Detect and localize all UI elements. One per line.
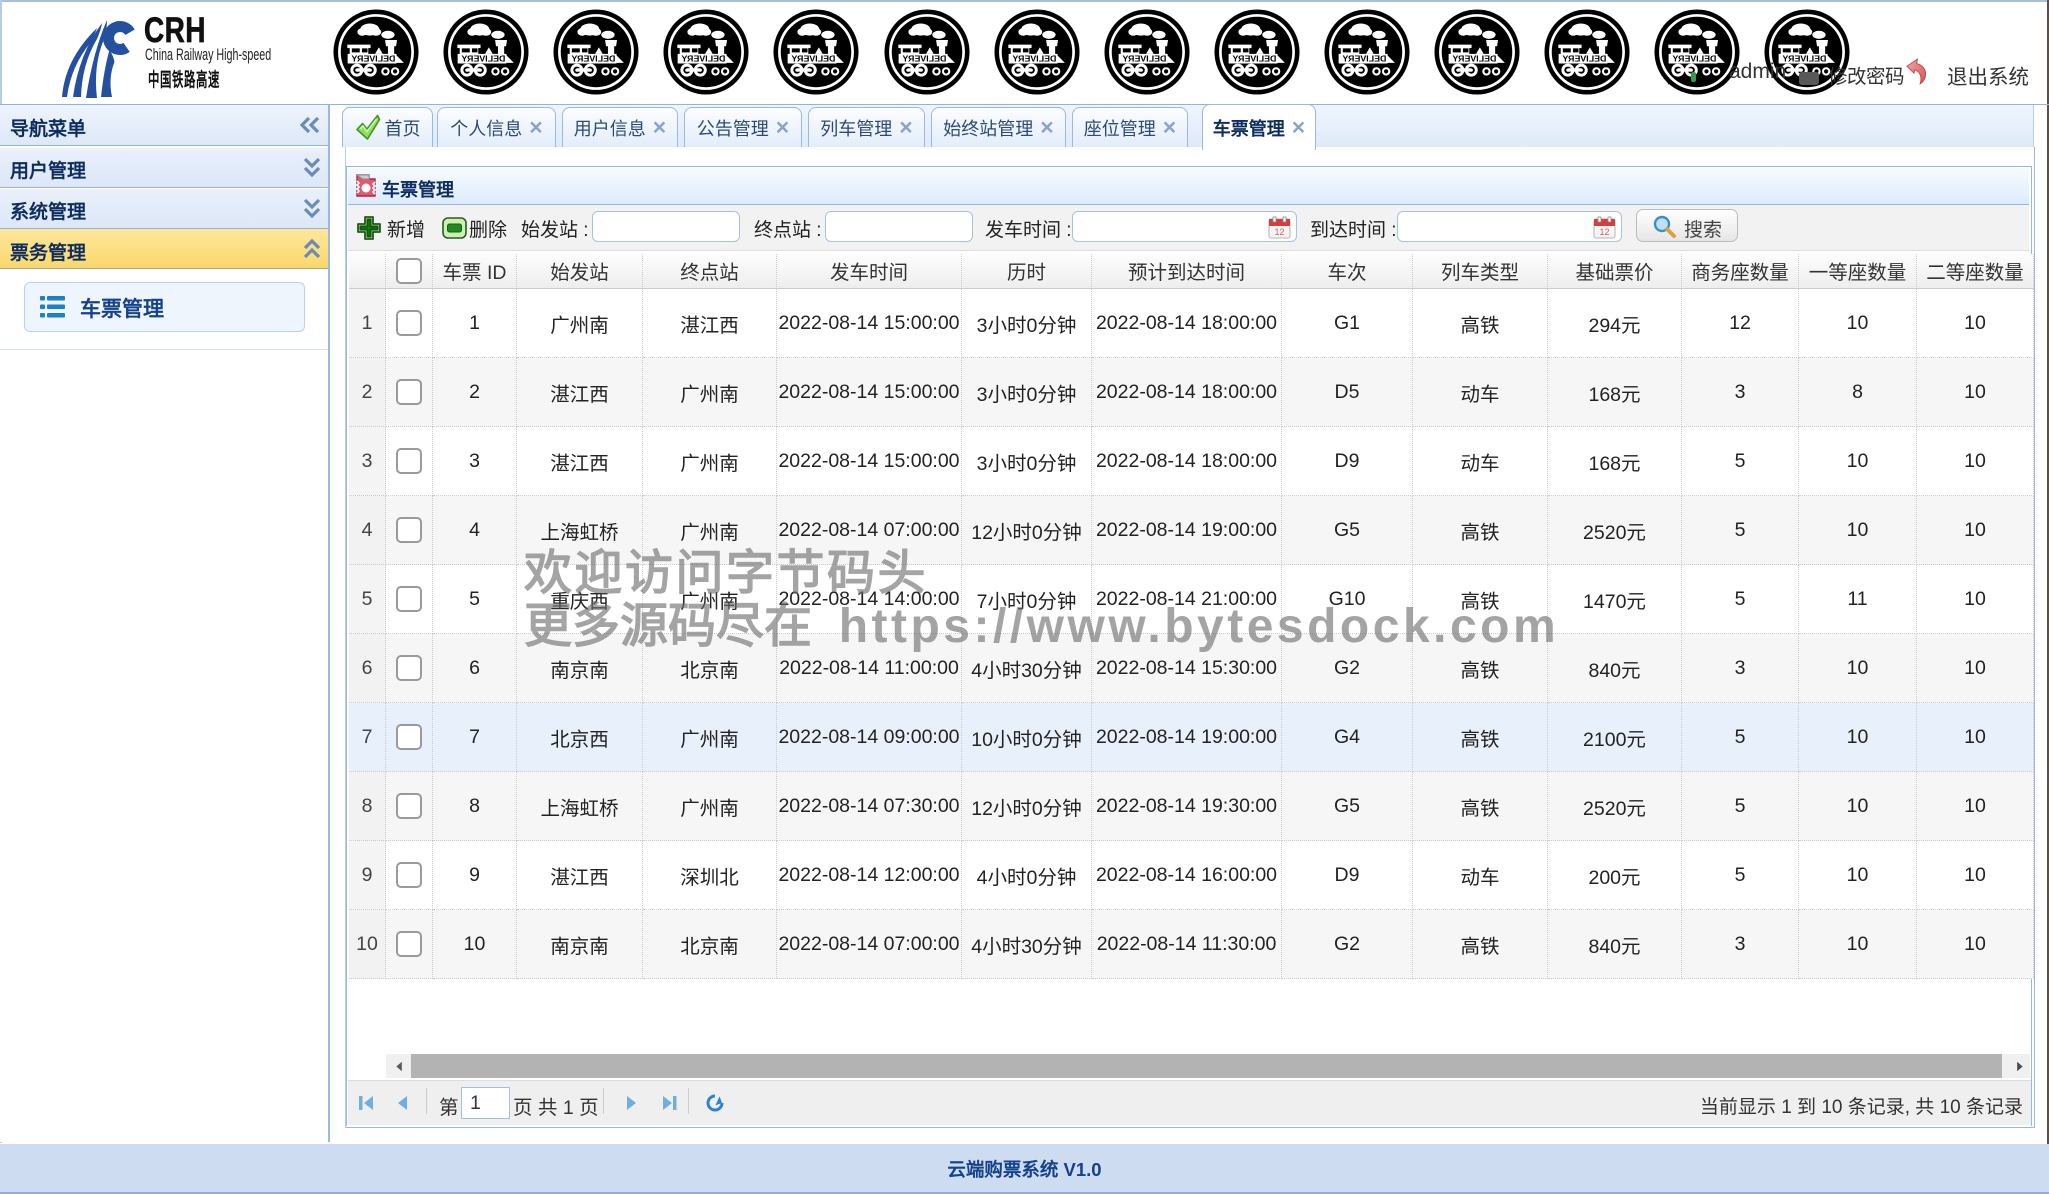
svg-text:12: 12 <box>1599 227 1609 237</box>
svg-text:12: 12 <box>1274 227 1284 237</box>
